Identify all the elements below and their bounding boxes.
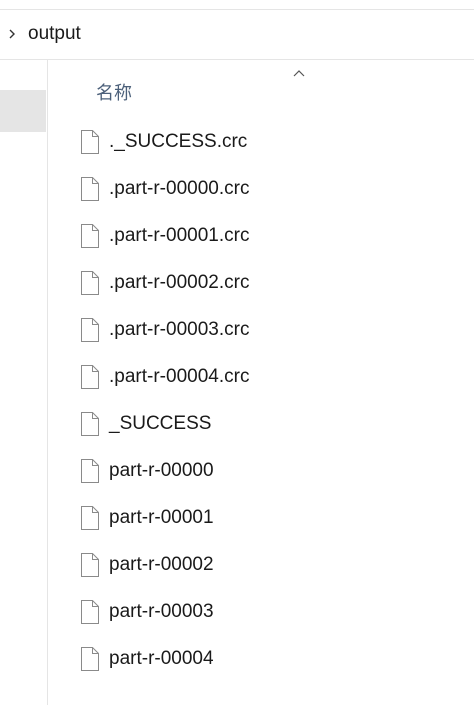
file-row[interactable]: .part-r-00001.crc xyxy=(49,213,474,260)
breadcrumb-output[interactable]: output xyxy=(28,22,81,46)
chevron-up-icon xyxy=(293,70,305,77)
file-name: part-r-00001 xyxy=(109,507,214,528)
chevron-right-icon[interactable] xyxy=(6,24,18,44)
file-icon xyxy=(81,553,99,577)
file-name: part-r-00003 xyxy=(109,601,214,622)
file-row[interactable]: _SUCCESS xyxy=(49,401,474,448)
file-icon xyxy=(81,412,99,436)
file-name: .part-r-00001.crc xyxy=(109,225,250,246)
file-row[interactable]: .part-r-00003.crc xyxy=(49,307,474,354)
file-name: ._SUCCESS.crc xyxy=(109,131,248,152)
file-icon xyxy=(81,459,99,483)
file-list: ._SUCCESS.crc .part-r-00000.crc .part-r-… xyxy=(49,119,474,683)
file-row[interactable]: part-r-00000 xyxy=(49,448,474,495)
file-row[interactable]: part-r-00002 xyxy=(49,542,474,589)
file-row[interactable]: ._SUCCESS.crc xyxy=(49,119,474,166)
file-icon xyxy=(81,506,99,530)
address-bar[interactable]: output xyxy=(0,10,474,60)
file-name: part-r-00000 xyxy=(109,460,214,481)
file-name: part-r-00004 xyxy=(109,648,214,669)
nav-selected-item[interactable] xyxy=(0,90,46,132)
file-icon xyxy=(81,318,99,342)
file-name: part-r-00002 xyxy=(109,554,214,575)
file-list-pane: 名称 ._SUCCESS.crc .part-r-00000.crc .part… xyxy=(49,61,474,705)
file-name: .part-r-00003.crc xyxy=(109,319,250,340)
file-row[interactable]: .part-r-00002.crc xyxy=(49,260,474,307)
file-icon xyxy=(81,647,99,671)
file-name: .part-r-00002.crc xyxy=(109,272,250,293)
file-name: _SUCCESS xyxy=(109,413,212,434)
file-name: .part-r-00004.crc xyxy=(109,366,250,387)
column-header-name[interactable]: 名称 xyxy=(96,81,132,105)
file-name: .part-r-00000.crc xyxy=(109,178,250,199)
file-row[interactable]: part-r-00003 xyxy=(49,589,474,636)
file-icon xyxy=(81,271,99,295)
file-explorer-window: output 名称 ._SUCCESS.crc .part-r-00000.cr… xyxy=(0,0,474,705)
file-icon xyxy=(81,130,99,154)
file-icon xyxy=(81,600,99,624)
file-icon xyxy=(81,177,99,201)
file-row[interactable]: .part-r-00004.crc xyxy=(49,354,474,401)
file-icon xyxy=(81,224,99,248)
file-row[interactable]: part-r-00004 xyxy=(49,636,474,683)
file-row[interactable]: part-r-00001 xyxy=(49,495,474,542)
file-icon xyxy=(81,365,99,389)
file-row[interactable]: .part-r-00000.crc xyxy=(49,166,474,213)
navigation-pane xyxy=(0,60,48,705)
